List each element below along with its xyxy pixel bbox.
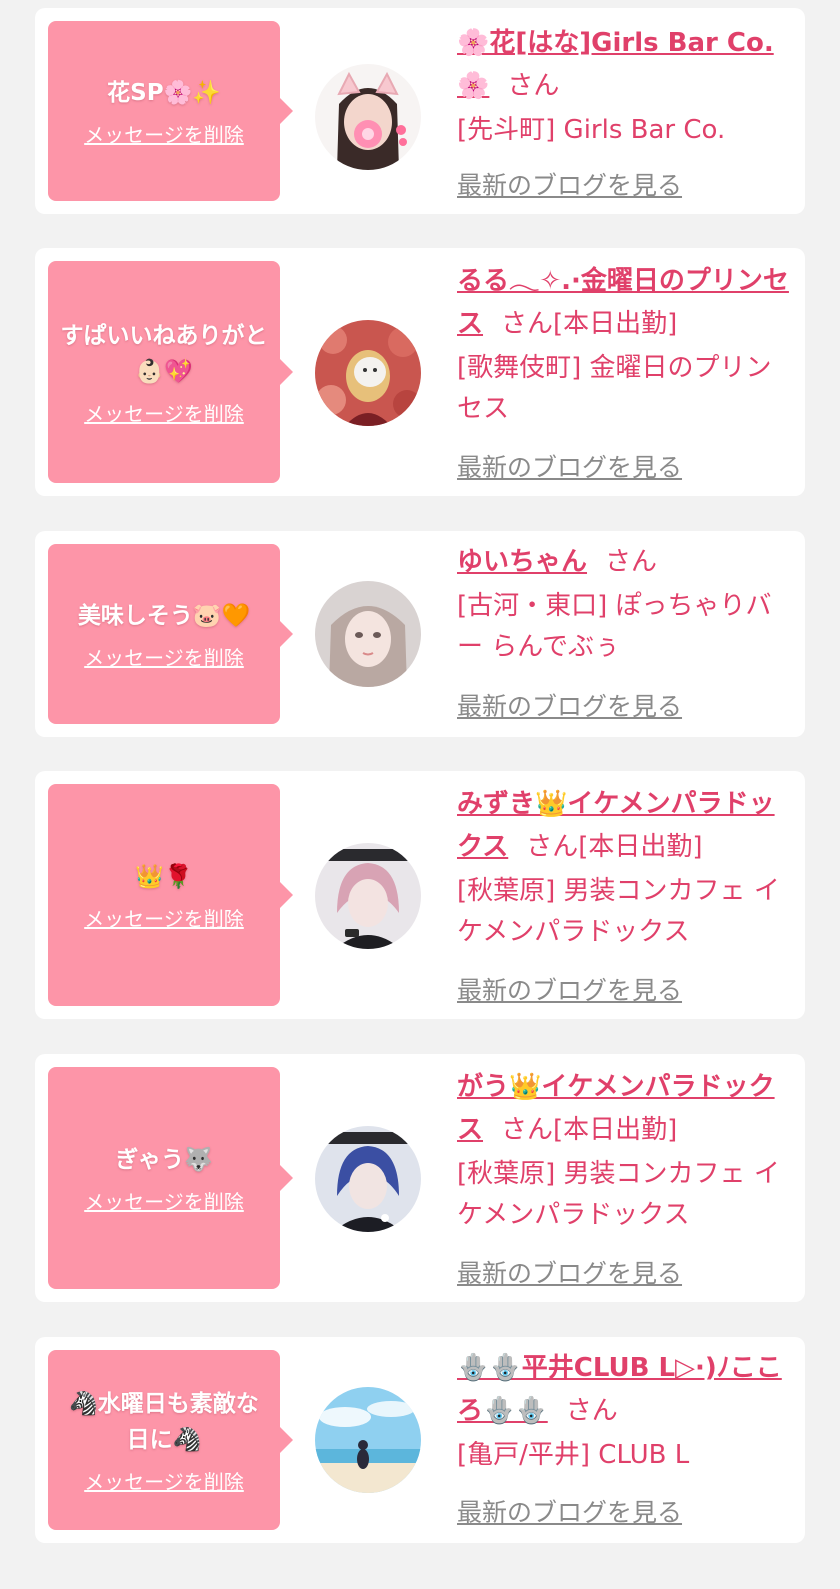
message-bubble: すぱいいねありがと👶🏻💖 メッセージを削除 (48, 261, 293, 483)
message-text: 花SP🌸✨ (107, 79, 221, 106)
host-info: るる𓂃✧.·金曜日のプリンセス さん[本日出勤] [歌舞伎町] 金曜日のプリンセス (457, 260, 797, 430)
delete-message-link[interactable]: メッセージを削除 (84, 398, 244, 427)
honorific-label: さん (565, 1396, 618, 1426)
latest-blog-link[interactable]: 最新のブログを見る (457, 448, 682, 484)
shop-label: [歌舞伎町] 金曜日のプリンセス (457, 353, 772, 424)
message-text: ぎゃう🐺 (115, 1146, 213, 1173)
delete-message-link[interactable]: メッセージを削除 (84, 642, 244, 671)
pink-hair-host-avatar[interactable] (315, 843, 421, 949)
attendance-badge: [本日出勤] (553, 1115, 678, 1145)
cat-filter-girl-avatar[interactable] (315, 64, 421, 170)
shop-label: [秋葉原] 男装コンカフェ イケメンパラドックス (457, 876, 780, 947)
message-text: 🦓水曜日も素敵な日に🦓 (69, 1390, 259, 1453)
message-bubble: 花SP🌸✨ メッセージを削除 (48, 21, 293, 201)
message-bubble: ぎゃう🐺 メッセージを削除 (48, 1067, 293, 1289)
beach-avatar[interactable] (315, 1387, 421, 1493)
host-info: 🌸花[はな]Girls Bar Co. 🌸 さん [先斗町] Girls Bar … (457, 22, 797, 151)
honorific-label: さん (501, 309, 554, 339)
message-card: 花SP🌸✨ メッセージを削除 🌸花[はな]Girls Bar Co. 🌸 さん [… (35, 8, 805, 214)
host-name-link[interactable]: 🌸花[はな]Girls Bar Co. 🌸 (457, 28, 774, 101)
shop-label: [秋葉原] 男装コンカフェ イケメンパラドックス (457, 1159, 780, 1230)
latest-blog-link[interactable]: 最新のブログを見る (457, 687, 682, 723)
blue-hair-host-avatar[interactable] (315, 1126, 421, 1232)
host-name-link[interactable]: 🪬🪬平井CLUB L▷·)ﾉこころ🪬🪬 (457, 1353, 782, 1426)
honorific-label: さん (507, 71, 560, 101)
message-bubble: 美味しそう🐷🧡 メッセージを削除 (48, 544, 293, 724)
message-card: 🦓水曜日も素敵な日に🦓 メッセージを削除 🪬🪬平井CLUB L▷·)ﾉこころ🪬🪬… (35, 1337, 805, 1543)
shop-label: [先斗町] Girls Bar Co. (457, 115, 726, 145)
latest-blog-link[interactable]: 最新のブログを見る (457, 1254, 682, 1290)
message-text: 美味しそう🐷🧡 (77, 602, 251, 629)
flower-background-avatar[interactable] (315, 320, 421, 426)
message-bubble: 🦓水曜日も素敵な日に🦓 メッセージを削除 (48, 1350, 293, 1530)
host-info: がう👑イケメンパラドックス さん[本日出勤] [秋葉原] 男装コンカフェ イケメン… (457, 1066, 797, 1236)
message-text: すぱいいねありがと👶🏻💖 (60, 322, 268, 385)
host-info: ゆいちゃん さん [古河・東口] ぽっちゃりバー らんでぶぅ (457, 541, 797, 668)
latest-blog-link[interactable]: 最新のブログを見る (457, 166, 682, 202)
honorific-label: さん (501, 1115, 554, 1145)
honorific-label: さん (605, 547, 658, 577)
host-info: みずき👑イケメンパラドックス さん[本日出勤] [秋葉原] 男装コンカフェ イケメ… (457, 783, 797, 953)
shop-label: [古河・東口] ぽっちゃりバー らんでぶぅ (457, 591, 772, 662)
girl-portrait-avatar[interactable] (315, 581, 421, 687)
delete-message-link[interactable]: メッセージを削除 (84, 1186, 244, 1215)
host-name-link[interactable]: ゆいちゃん (457, 547, 587, 577)
shop-label: [亀戸/平井] CLUB L (457, 1440, 690, 1470)
host-info: 🪬🪬平井CLUB L▷·)ﾉこころ🪬🪬 さん [亀戸/平井] CLUB L (457, 1347, 797, 1476)
delete-message-link[interactable]: メッセージを削除 (84, 119, 244, 148)
latest-blog-link[interactable]: 最新のブログを見る (457, 1493, 682, 1529)
message-text: 👑🌹 (135, 863, 193, 890)
message-card: 👑🌹 メッセージを削除 みずき👑イケメンパラドックス さん[本日出勤] [秋葉原]… (35, 771, 805, 1019)
honorific-label: さん (526, 832, 579, 862)
attendance-badge: [本日出勤] (553, 309, 678, 339)
message-card: すぱいいねありがと👶🏻💖 メッセージを削除 るる𓂃✧.·金曜日のプリンセス さん[… (35, 248, 805, 496)
latest-blog-link[interactable]: 最新のブログを見る (457, 971, 682, 1007)
message-card: ぎゃう🐺 メッセージを削除 がう👑イケメンパラドックス さん[本日出勤] [秋葉原… (35, 1054, 805, 1302)
delete-message-link[interactable]: メッセージを削除 (84, 1466, 244, 1495)
attendance-badge: [本日出勤] (578, 832, 703, 862)
delete-message-link[interactable]: メッセージを削除 (84, 903, 244, 932)
message-card: 美味しそう🐷🧡 メッセージを削除 ゆいちゃん さん [古河・東口] ぽっちゃりバー… (35, 531, 805, 737)
message-bubble: 👑🌹 メッセージを削除 (48, 784, 293, 1006)
